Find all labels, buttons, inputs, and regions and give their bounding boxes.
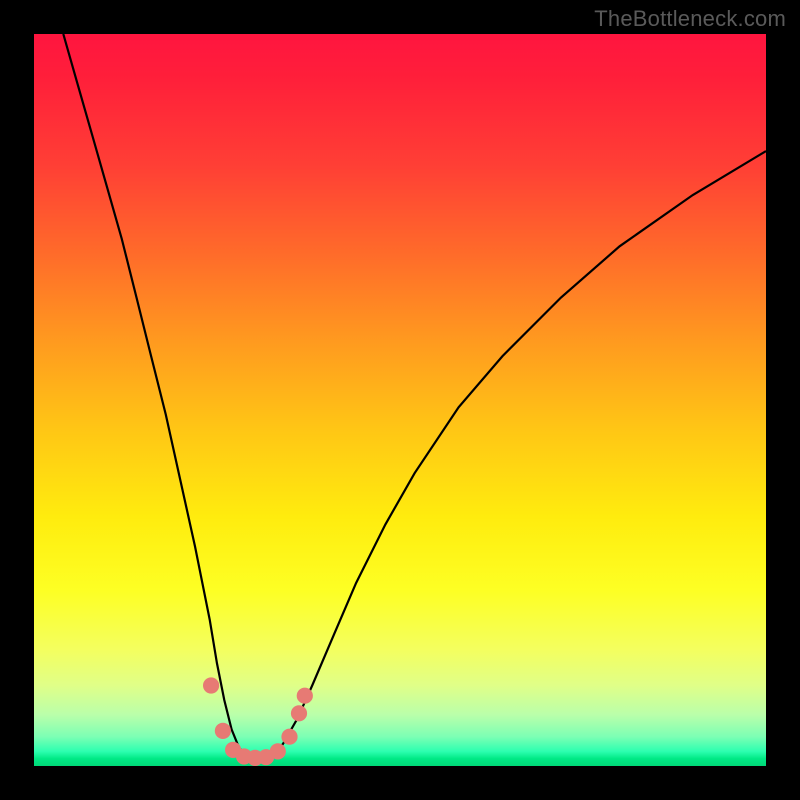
bottleneck-curve <box>63 34 766 759</box>
curve-marker <box>215 723 231 739</box>
watermark-text: TheBottleneck.com <box>594 6 786 32</box>
curve-marker <box>270 743 286 759</box>
plot-area <box>34 34 766 766</box>
curve-svg <box>34 34 766 766</box>
curve-marker <box>203 677 219 693</box>
curve-marker <box>281 729 297 745</box>
curve-marker <box>291 705 307 721</box>
outer-frame: TheBottleneck.com <box>0 0 800 800</box>
curve-marker <box>297 688 313 704</box>
